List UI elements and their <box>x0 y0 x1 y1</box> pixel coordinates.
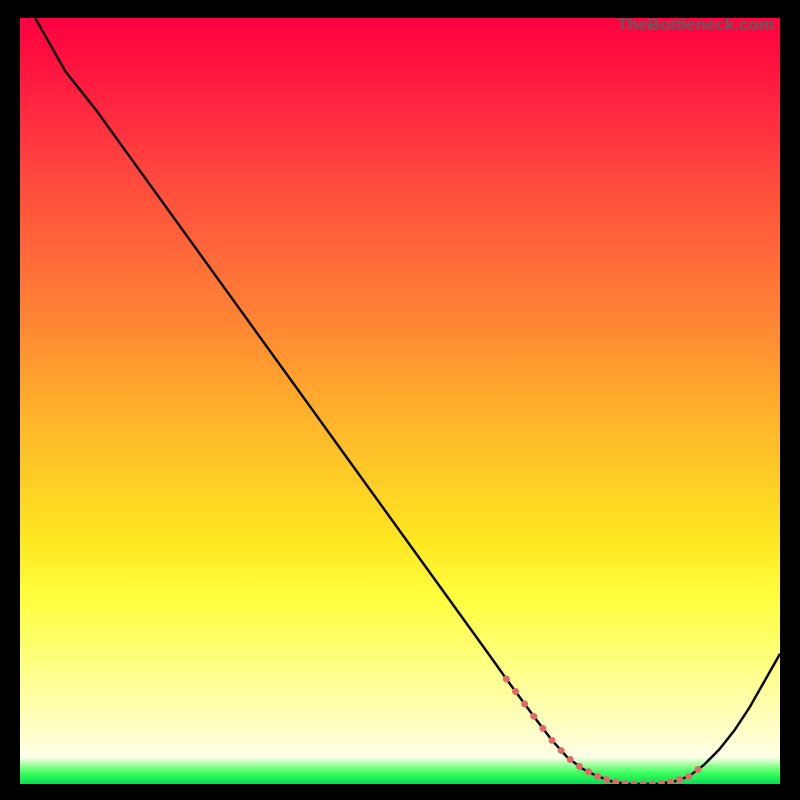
bottleneck-curve <box>35 18 780 784</box>
dotted-highlight <box>503 676 702 784</box>
chart-area: TheBottleneck.com <box>20 18 780 784</box>
watermark-text: TheBottleneck.com <box>617 15 774 35</box>
chart-svg <box>20 18 780 784</box>
